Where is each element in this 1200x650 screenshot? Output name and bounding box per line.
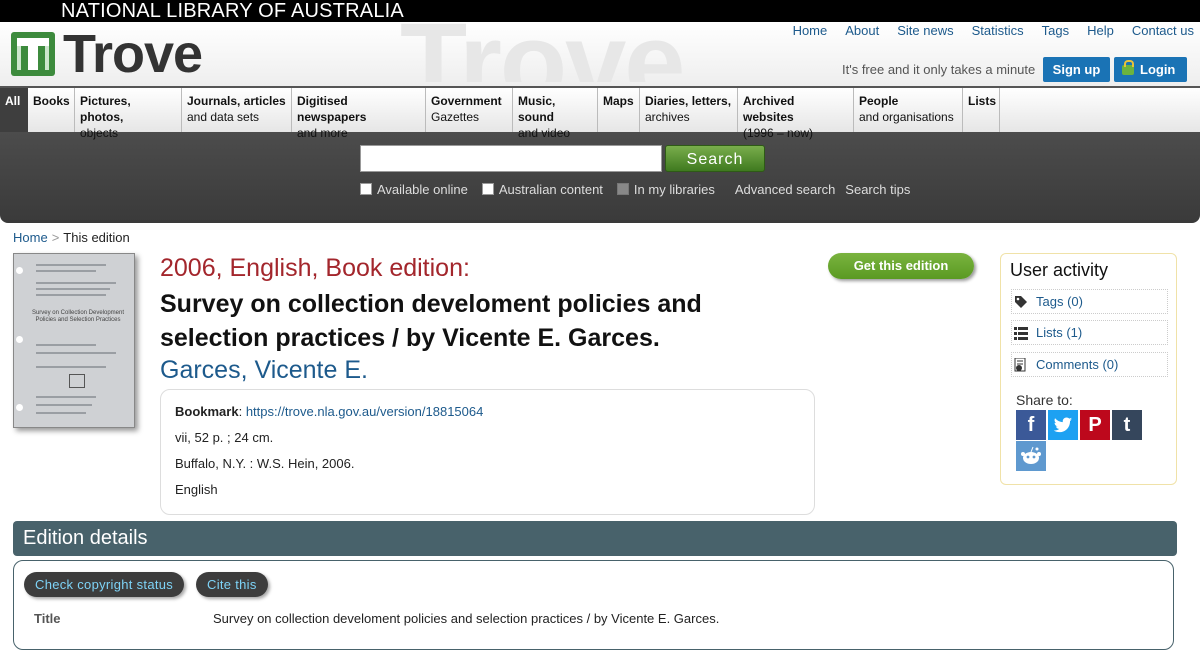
search-options: Available online Australian content In m… (360, 182, 914, 197)
breadcrumb-current: This edition (63, 230, 130, 245)
tab-diaries[interactable]: Diaries, letters, archives (640, 88, 738, 132)
search-zone: All Books Pictures, photos, objects Journ… (0, 86, 1200, 223)
cite-this-button[interactable]: Cite this (196, 572, 268, 597)
breadcrumb-home[interactable]: Home (13, 230, 48, 245)
login-label: Login (1140, 62, 1176, 77)
edition-label: 2006, English, Book edition: (160, 254, 470, 282)
tab-gazettes[interactable]: Government Gazettes (426, 88, 513, 132)
tab-books[interactable]: Books (28, 88, 75, 132)
option-in-my-libraries[interactable]: In my libraries (616, 182, 715, 197)
tab-people[interactable]: People and organisations (854, 88, 963, 132)
top-link-help[interactable]: Help (1087, 23, 1114, 38)
tab-newspapers[interactable]: Digitised newspapers and more (292, 88, 426, 140)
top-link-home[interactable]: Home (793, 23, 828, 38)
twitter-icon[interactable] (1048, 410, 1078, 440)
top-link-contact-us[interactable]: Contact us (1132, 23, 1194, 38)
site-header: Trove Trove Home About Site news Statist… (0, 18, 1200, 86)
facebook-icon[interactable]: f (1016, 410, 1046, 440)
share-label: Share to: (1016, 392, 1073, 408)
comments-item[interactable]: Comments (0) (1011, 352, 1168, 377)
edition-details-heading[interactable]: Edition details (13, 521, 1177, 556)
user-activity-heading: User activity (1010, 260, 1109, 280)
bookmark-label: Bookmark (175, 404, 239, 419)
detail-title-value: Survey on collection develoment policies… (213, 611, 720, 626)
login-button[interactable]: Login (1114, 57, 1187, 82)
option-australian-content[interactable]: Australian content (481, 182, 603, 197)
search-tips-link[interactable]: Search tips (845, 182, 910, 197)
breadcrumb-separator: > (51, 230, 60, 245)
category-tabs: All Books Pictures, photos, objects Journ… (0, 88, 1200, 140)
top-link-tags[interactable]: Tags (1042, 23, 1069, 38)
signup-tagline: It's free and it only takes a minute (842, 62, 1036, 77)
tab-lists[interactable]: Lists (963, 88, 1000, 132)
pinterest-icon[interactable]: P (1080, 410, 1110, 440)
detail-title-label: Title (34, 611, 61, 626)
trove-watermark: Trove (400, 18, 684, 82)
top-links: Home About Site news Statistics Tags Hel… (775, 23, 1194, 38)
tab-archived-websites[interactable]: Archived websites (1996 – now) (738, 88, 854, 140)
bookmark-url-link[interactable]: https://trove.nla.gov.au/version/1881506… (246, 404, 484, 419)
user-activity-panel: User activity Tags (0) Lists (1) Comment… (1000, 253, 1177, 485)
reddit-icon[interactable] (1016, 441, 1046, 471)
search-input[interactable] (360, 145, 662, 172)
cover-title: Survey on Collection Development Policie… (31, 310, 125, 323)
tab-pictures[interactable]: Pictures, photos, objects (75, 88, 182, 140)
trove-logo-icon[interactable] (11, 32, 55, 76)
top-link-about[interactable]: About (845, 23, 879, 38)
nla-title[interactable]: NATIONAL LIBRARY OF AUSTRALIA (61, 0, 404, 22)
check-copyright-button[interactable]: Check copyright status (24, 572, 185, 597)
tab-maps[interactable]: Maps (598, 88, 640, 132)
top-link-statistics[interactable]: Statistics (972, 23, 1024, 38)
tab-filler (1000, 88, 1200, 132)
tags-item[interactable]: Tags (0) (1011, 289, 1168, 314)
list-icon (1014, 327, 1028, 340)
comments-link[interactable]: Comments (0) (1036, 357, 1118, 372)
lists-link[interactable]: Lists (1) (1036, 325, 1082, 340)
book-cover-image[interactable]: Survey on Collection Development Policie… (13, 253, 135, 428)
tags-link[interactable]: Tags (0) (1036, 294, 1083, 309)
tumblr-icon[interactable]: t (1112, 410, 1142, 440)
lists-item[interactable]: Lists (1) (1011, 320, 1168, 345)
tab-music[interactable]: Music, sound and video (513, 88, 598, 140)
tab-journals[interactable]: Journals, articles and data sets (182, 88, 292, 132)
edition-details-panel: Check copyright status Cite this Title S… (13, 560, 1174, 650)
top-link-site-news[interactable]: Site news (897, 23, 953, 38)
trove-logo-text[interactable]: Trove (63, 22, 203, 86)
comment-icon (1014, 358, 1026, 372)
search-button[interactable]: Search (665, 145, 765, 172)
lock-icon (1122, 60, 1134, 75)
edition-info-box: Bookmark: https://trove.nla.gov.au/versi… (160, 389, 815, 515)
breadcrumb: Home > This edition (13, 230, 130, 245)
edition-title: Survey on collection develoment policies… (160, 290, 702, 352)
tab-all[interactable]: All (0, 88, 28, 132)
checkbox-icon[interactable] (360, 183, 372, 195)
advanced-search-link[interactable]: Advanced search (735, 182, 835, 197)
edition-author-link[interactable]: Garces, Vicente E. (160, 356, 368, 385)
edition-publisher: Buffalo, N.Y. : W.S. Hein, 2006. (175, 456, 355, 471)
checkbox-icon[interactable] (481, 183, 494, 195)
checkbox-icon[interactable] (616, 183, 629, 195)
tag-icon (1015, 296, 1027, 308)
signup-button[interactable]: Sign up (1043, 57, 1110, 82)
edition-language: English (175, 482, 218, 497)
edition-extent: vii, 52 p. ; 24 cm. (175, 430, 274, 445)
get-this-edition-button[interactable]: Get this edition (828, 253, 974, 279)
option-available-online[interactable]: Available online (360, 182, 468, 197)
